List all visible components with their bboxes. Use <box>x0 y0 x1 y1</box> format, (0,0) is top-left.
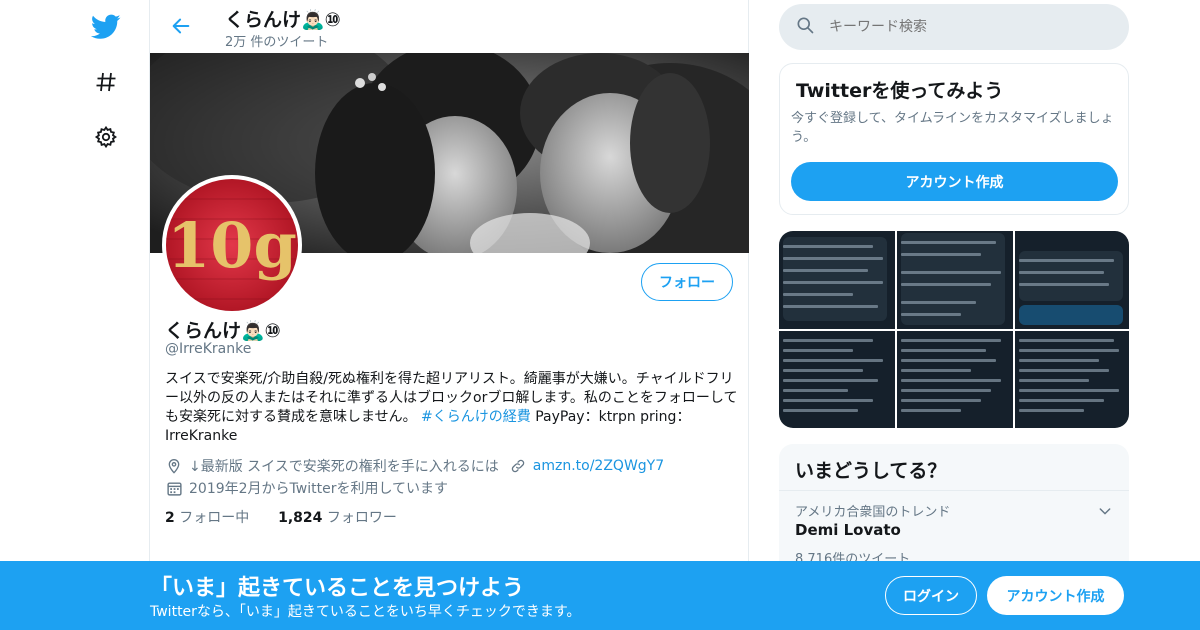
link-icon <box>509 457 527 475</box>
header-name: くらんけ🙇🏻‍♂️⑩ <box>225 9 341 31</box>
header-tweet-count: 2万 件のツイート <box>225 35 329 50</box>
profile-joined-row: 2019年2月からTwitterを利用しています <box>165 478 448 498</box>
signup-button[interactable]: アカウント作成 <box>987 576 1124 615</box>
avatar-text: 10g <box>167 209 297 282</box>
search-input[interactable] <box>829 19 1109 35</box>
location-icon <box>165 457 183 475</box>
followers-label: フォロワー <box>326 510 397 526</box>
trend-name: Demi Lovato <box>795 521 901 539</box>
profile-column: くらんけ🙇🏻‍♂️⑩ 2万 件のツイート <box>149 0 749 630</box>
trends-title: いまどうしてる？ <box>795 460 947 482</box>
back-arrow-icon[interactable] <box>168 13 194 39</box>
media-thumbnail[interactable] <box>1015 331 1129 428</box>
bottom-bar-title: 「いま」起きていることを見つけよう <box>150 576 525 601</box>
bio-hashtag-link[interactable]: #くらんけの経費 <box>421 409 531 425</box>
profile-location: ↓最新版 スイスで安楽死の権利を手に入れるには <box>189 459 499 475</box>
gear-icon[interactable] <box>82 117 130 157</box>
following-stat[interactable]: 2 フォロー中 <box>165 510 249 526</box>
profile-name: くらんけ🙇🏻‍♂️⑩ <box>165 320 281 342</box>
media-thumbnail[interactable] <box>779 331 895 428</box>
follow-button[interactable]: フォロー <box>641 263 733 301</box>
followers-count: 1,824 <box>278 510 323 526</box>
search-box[interactable] <box>779 4 1129 50</box>
profile-bio: スイスで安楽死/介助自殺/死ぬ権利を得た超リアリスト。綺麗事が大嫌い。チャイルド… <box>165 370 738 446</box>
profile-header-bar: くらんけ🙇🏻‍♂️⑩ 2万 件のツイート <box>150 0 749 53</box>
profile-avatar[interactable]: 10g <box>162 175 302 315</box>
media-grid <box>779 231 1129 428</box>
trend-context: アメリカ合衆国のトレンド <box>795 505 951 520</box>
trends-divider <box>779 490 1129 491</box>
profile-url-link[interactable]: amzn.to/2ZQWgY7 <box>533 458 664 474</box>
signup-bottom-bar: 「いま」起きていることを見つけよう Twitterなら、「いま」起きていることを… <box>0 561 1200 630</box>
following-count: 2 <box>165 510 175 526</box>
profile-handle: @IrreKranke <box>165 341 252 357</box>
search-icon <box>795 15 815 39</box>
trends-card: いまどうしてる？ アメリカ合衆国のトレンド Demi Lovato 8,716件… <box>779 444 1129 574</box>
media-thumbnail[interactable] <box>897 231 1013 329</box>
following-label: フォロー中 <box>179 510 250 526</box>
media-thumbnail[interactable] <box>1015 231 1129 329</box>
login-button[interactable]: ログイン <box>885 576 977 615</box>
signup-card: Twitterを使ってみよう 今すぐ登録して、タイムラインをカスタマイズしましょ… <box>779 63 1129 215</box>
profile-joined: 2019年2月からTwitterを利用しています <box>189 481 449 497</box>
media-thumbnail[interactable] <box>897 331 1013 428</box>
calendar-icon <box>165 479 183 497</box>
chevron-down-icon[interactable] <box>1095 501 1115 521</box>
signup-card-button[interactable]: アカウント作成 <box>791 162 1118 201</box>
followers-stat[interactable]: 1,824 フォロワー <box>278 510 397 526</box>
media-thumbnail[interactable] <box>779 231 895 329</box>
bottom-bar-subtitle: Twitterなら、「いま」起きていることをいち早くチェックできます。 <box>150 604 581 620</box>
profile-stats: 2 フォロー中 1,824 フォロワー <box>165 507 397 527</box>
twitter-bird-icon[interactable] <box>82 7 130 47</box>
signup-card-description: 今すぐ登録して、タイムラインをカスタマイズしましょう。 <box>791 111 1114 145</box>
signup-card-title: Twitterを使ってみよう <box>796 80 1004 102</box>
hashtag-icon[interactable] <box>82 62 130 102</box>
profile-meta-row: ↓最新版 スイスで安楽死の権利を手に入れるには amzn.to/2ZQWgY7 <box>165 456 664 476</box>
